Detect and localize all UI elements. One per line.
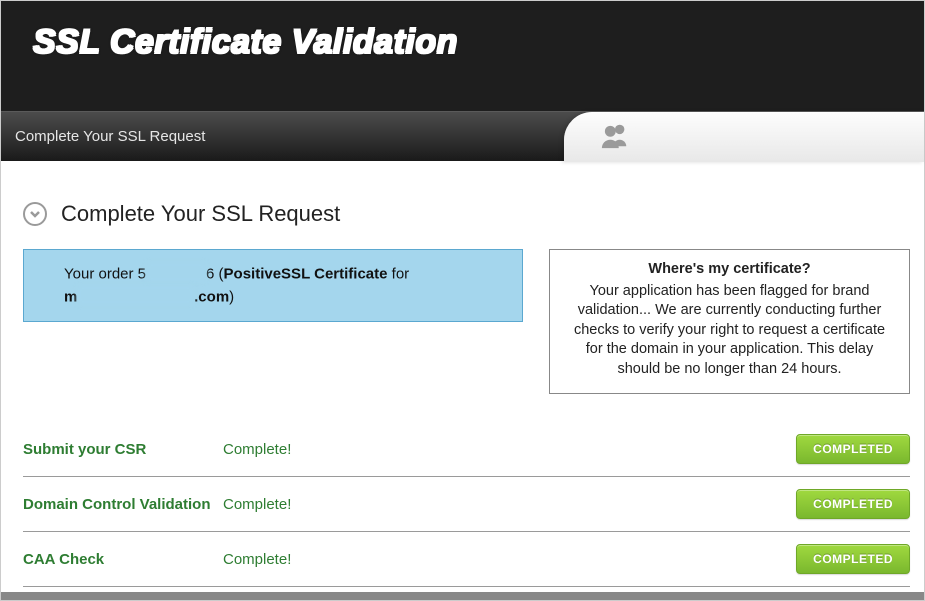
step-name[interactable]: Domain Control Validation [23, 496, 223, 513]
order-close-paren: ) [229, 288, 234, 305]
section-header: Complete Your SSL Request [23, 201, 910, 227]
step-badge: COMPLETED [796, 489, 910, 519]
summary-row: Your order 5xxxxxxxx6 (PositiveSSL Certi… [23, 249, 910, 394]
step-badge: COMPLETED [796, 544, 910, 574]
order-domain-start: m [64, 288, 77, 305]
step-name[interactable]: CAA Check [23, 551, 223, 568]
banner: SSL Certificate Validation [1, 1, 924, 111]
section-title: Complete Your SSL Request [61, 201, 340, 227]
content: Complete Your SSL Request Your order 5xx… [1, 161, 924, 597]
step-status: Complete! [223, 441, 796, 458]
page-root: SSL Certificate Validation Complete Your… [0, 0, 925, 601]
order-for: for [387, 265, 409, 282]
info-title: Where's my certificate? [564, 260, 895, 280]
info-body: Your application has been flagged for br… [574, 283, 885, 377]
order-domain-suffix: .com [194, 288, 229, 305]
order-number-start: 5 [138, 265, 146, 282]
page-title: SSL Certificate Validation [33, 23, 924, 62]
step-name[interactable]: Submit your CSR [23, 441, 223, 458]
toolbar: Complete Your SSL Request [1, 111, 924, 161]
users-icon[interactable] [600, 121, 630, 154]
order-prefix: Your order [64, 265, 138, 282]
step-status: Complete! [223, 551, 796, 568]
order-domain-redacted: xxxxxxxxxxxxxx [77, 285, 194, 305]
completed-badge: COMPLETED [796, 434, 910, 464]
step-row: Domain Control Validation Complete! COMP… [23, 477, 910, 532]
order-number-redacted: xxxxxxxx [146, 262, 206, 282]
step-status: Complete! [223, 496, 796, 513]
info-box: Where's my certificate? Your application… [549, 249, 910, 394]
order-open-paren: ( [214, 265, 223, 282]
order-product: PositiveSSL Certificate [224, 265, 388, 282]
order-summary-box: Your order 5xxxxxxxx6 (PositiveSSL Certi… [23, 249, 523, 322]
chevron-down-icon[interactable] [23, 202, 47, 226]
completed-badge: COMPLETED [796, 489, 910, 519]
step-badge: COMPLETED [796, 434, 910, 464]
toolbar-right [564, 112, 924, 162]
steps-list: Submit your CSR Complete! COMPLETED Doma… [23, 422, 910, 587]
step-row: CAA Check Complete! COMPLETED [23, 532, 910, 587]
completed-badge: COMPLETED [796, 544, 910, 574]
step-row: Submit your CSR Complete! COMPLETED [23, 422, 910, 477]
footer-divider [1, 592, 924, 600]
